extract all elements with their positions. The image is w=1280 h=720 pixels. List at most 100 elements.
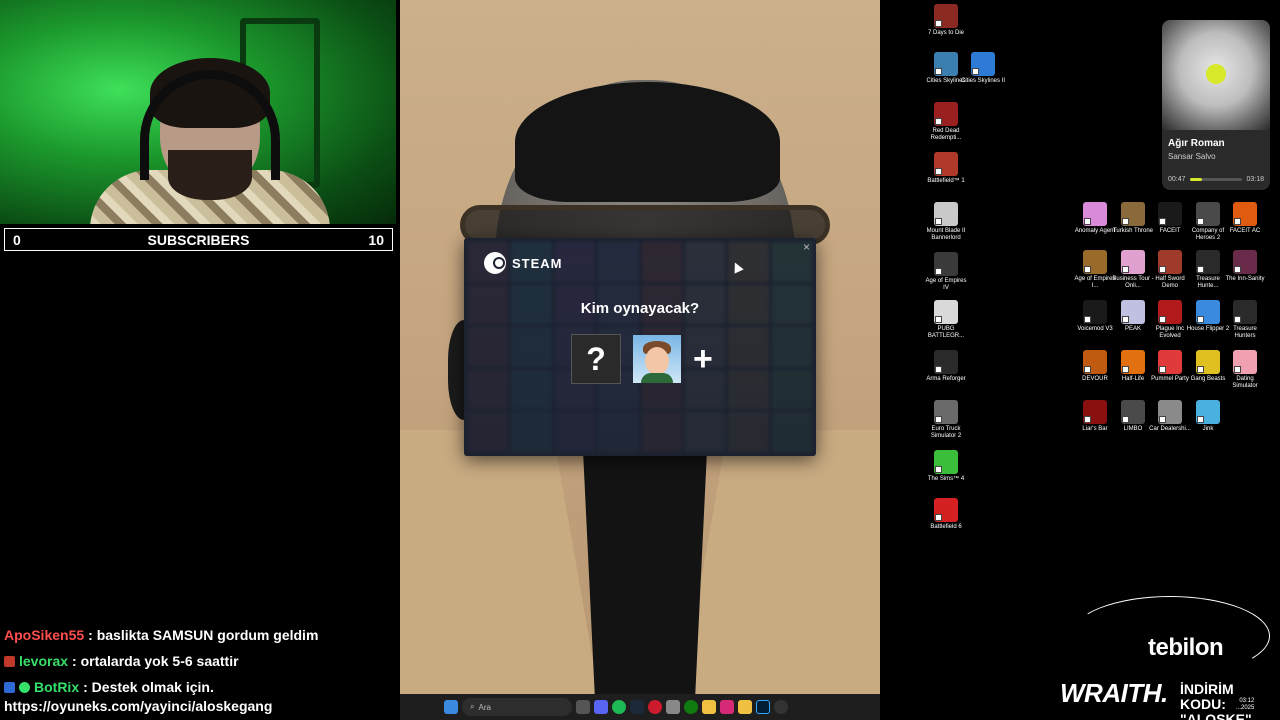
- chat-link: https://oyuneks.com/yayinci/aloskegang: [4, 698, 273, 714]
- desktop-icon-label: FACEIT AC: [1229, 228, 1261, 234]
- desktop-icon-mountblade[interactable]: Mount Blade II Bannerlord: [924, 202, 968, 242]
- desktop-icon-label: Red Dead Redempti...: [930, 128, 962, 141]
- chat-username: levorax: [19, 653, 69, 669]
- progress-bar[interactable]: [1189, 178, 1243, 181]
- devour-icon: [1083, 350, 1107, 374]
- steam-taskbar-icon[interactable]: [630, 700, 644, 714]
- coh2-icon: [1196, 202, 1220, 226]
- xbox-icon[interactable]: [684, 700, 698, 714]
- desktop-icon-sims4[interactable]: The Sims™ 4: [924, 450, 968, 483]
- steam-logo-icon: [484, 252, 506, 274]
- taskbar: ⌕ Ara: [400, 694, 880, 720]
- desktop-icon-arma[interactable]: Arma Reforger: [924, 350, 968, 383]
- start-button-icon[interactable]: [444, 700, 458, 714]
- desktop-icon-ets2[interactable]: Euro Truck Simulator 2: [924, 400, 968, 440]
- task-view-icon[interactable]: [576, 700, 590, 714]
- desktop-icon-label: Dating Simulator: [1232, 376, 1258, 389]
- close-button[interactable]: ×: [803, 240, 810, 254]
- chat-username: BotRix: [34, 679, 80, 695]
- desktop-icon-label: Battlefield™ 1: [927, 178, 965, 184]
- subscriber-goal-bar: 0 SUBSCRIBERS 10: [4, 228, 393, 251]
- search-icon: ⌕: [470, 702, 475, 711]
- voicemod-icon: [1083, 300, 1107, 324]
- aoe2-icon: [1083, 250, 1107, 274]
- obs-icon[interactable]: [774, 700, 788, 714]
- arma-icon: [934, 350, 958, 374]
- aoe4-icon: [934, 252, 958, 276]
- clock-time: 03:12: [1239, 698, 1255, 704]
- sims4-icon: [934, 450, 958, 474]
- 7days-icon: [934, 4, 958, 28]
- rdr-icon: [934, 102, 958, 126]
- pummel-icon: [1158, 350, 1182, 374]
- music-player-widget[interactable]: Ağır Roman Sansar Salvo 00:47 03:18: [1162, 20, 1270, 190]
- faceit-icon: [1158, 202, 1182, 226]
- desktop-icon-cities2[interactable]: Cities Skylines II: [961, 52, 1005, 85]
- files-icon[interactable]: [702, 700, 716, 714]
- promo-label: İNDİRİM KODU:: [1180, 681, 1234, 712]
- chat-username: ApoSiken55: [4, 627, 85, 643]
- desktop-icon-pubg[interactable]: PUBG BATTLEGR...: [924, 300, 968, 340]
- subscriber-goal: 10: [368, 231, 384, 248]
- other-account-button[interactable]: ?: [571, 334, 621, 384]
- bf1-icon: [934, 152, 958, 176]
- chat-text: : baslikta SAMSUN gordum geldim: [88, 627, 319, 643]
- desktop-icon-label: Treasure Hunters: [1233, 326, 1257, 339]
- desktop-icon-label: The Sims™ 4: [927, 476, 965, 482]
- progress-row: 00:47 03:18: [1168, 176, 1264, 183]
- chat-message: ApoSiken55 : baslikta SAMSUN gordum geld…: [4, 622, 396, 648]
- desktop-icon-label: 7 Days to Die: [927, 30, 964, 36]
- opera-icon[interactable]: [648, 700, 662, 714]
- desktop-icon-label: Jink: [1202, 426, 1214, 432]
- clock-date: ...2025: [1236, 705, 1255, 711]
- app-icon[interactable]: [666, 700, 680, 714]
- chat-overlay: ApoSiken55 : baslikta SAMSUN gordum geld…: [4, 622, 396, 700]
- discord-icon[interactable]: [594, 700, 608, 714]
- desktop-icon-bf1[interactable]: Battlefield™ 1: [924, 152, 968, 185]
- innsanity-icon: [1233, 250, 1257, 274]
- desktop-icon-label: PUBG BATTLEGR...: [927, 326, 965, 339]
- wraith-logo: WRAITH.: [1060, 678, 1168, 708]
- faceitac-icon: [1233, 202, 1257, 226]
- desktop-icon-rdr[interactable]: Red Dead Redempti...: [924, 102, 968, 142]
- desktop-icon-bf6[interactable]: Battlefield 6: [924, 498, 968, 531]
- explorer-icon[interactable]: [738, 700, 752, 714]
- desktop-icon-7days[interactable]: 7 Days to Die: [924, 4, 968, 37]
- desktop-icon-label: Age of Empires IV: [925, 278, 967, 291]
- promo-value: "ALOSKE": [1180, 711, 1252, 720]
- liars-icon: [1083, 400, 1107, 424]
- chat-text: : ortalarda yok 5-6 saattir: [72, 653, 239, 669]
- user-account-avatar[interactable]: [633, 335, 681, 383]
- plague-icon: [1158, 300, 1182, 324]
- desktop-icon-dating[interactable]: Dating Simulator: [1223, 350, 1267, 390]
- spotify-icon[interactable]: [612, 700, 626, 714]
- houseflipper-icon: [1196, 300, 1220, 324]
- tebilon-logo: tebilon: [1148, 634, 1224, 661]
- verified-badge-icon: [19, 681, 30, 693]
- taskbar-search[interactable]: ⌕ Ara: [462, 698, 572, 716]
- steam-logo: STEAM: [484, 252, 563, 274]
- desktop-icon-faceitac[interactable]: FACEIT AC: [1223, 202, 1267, 235]
- gangbeasts-icon: [1196, 350, 1220, 374]
- desktop-icon-label: Cities Skylines II: [961, 78, 1006, 84]
- add-account-button[interactable]: +: [693, 342, 713, 376]
- cities2-icon: [971, 52, 995, 76]
- desktop-icon-innsanity[interactable]: The Inn-Sanity: [1223, 250, 1267, 283]
- desktop-icon-label: Arma Reforger: [926, 376, 966, 382]
- desktop-icon-jink[interactable]: Jink: [1186, 400, 1230, 433]
- user-badge-icon: [4, 655, 15, 667]
- dialog-title: Kim oynayacak?: [580, 300, 700, 317]
- wallpaper-jacket-right: [680, 430, 880, 694]
- photoshop-icon[interactable]: [756, 700, 770, 714]
- treasure2-icon: [1233, 300, 1257, 324]
- promo-code: İNDİRİM KODU: "ALOSKE": [1180, 682, 1280, 720]
- ets2-icon: [934, 400, 958, 424]
- steam-account-picker: STEAM × Kim oynayacak? ? +: [464, 238, 816, 456]
- wallpaper-hair: [515, 82, 780, 202]
- subscriber-count: 0: [13, 231, 21, 248]
- instagram-icon[interactable]: [720, 700, 734, 714]
- jink-icon: [1196, 400, 1220, 424]
- desktop-icon-aoe4[interactable]: Age of Empires IV: [924, 252, 968, 292]
- desktop-icon-treasure2[interactable]: Treasure Hunters: [1223, 300, 1267, 340]
- progress-fill: [1189, 178, 1203, 181]
